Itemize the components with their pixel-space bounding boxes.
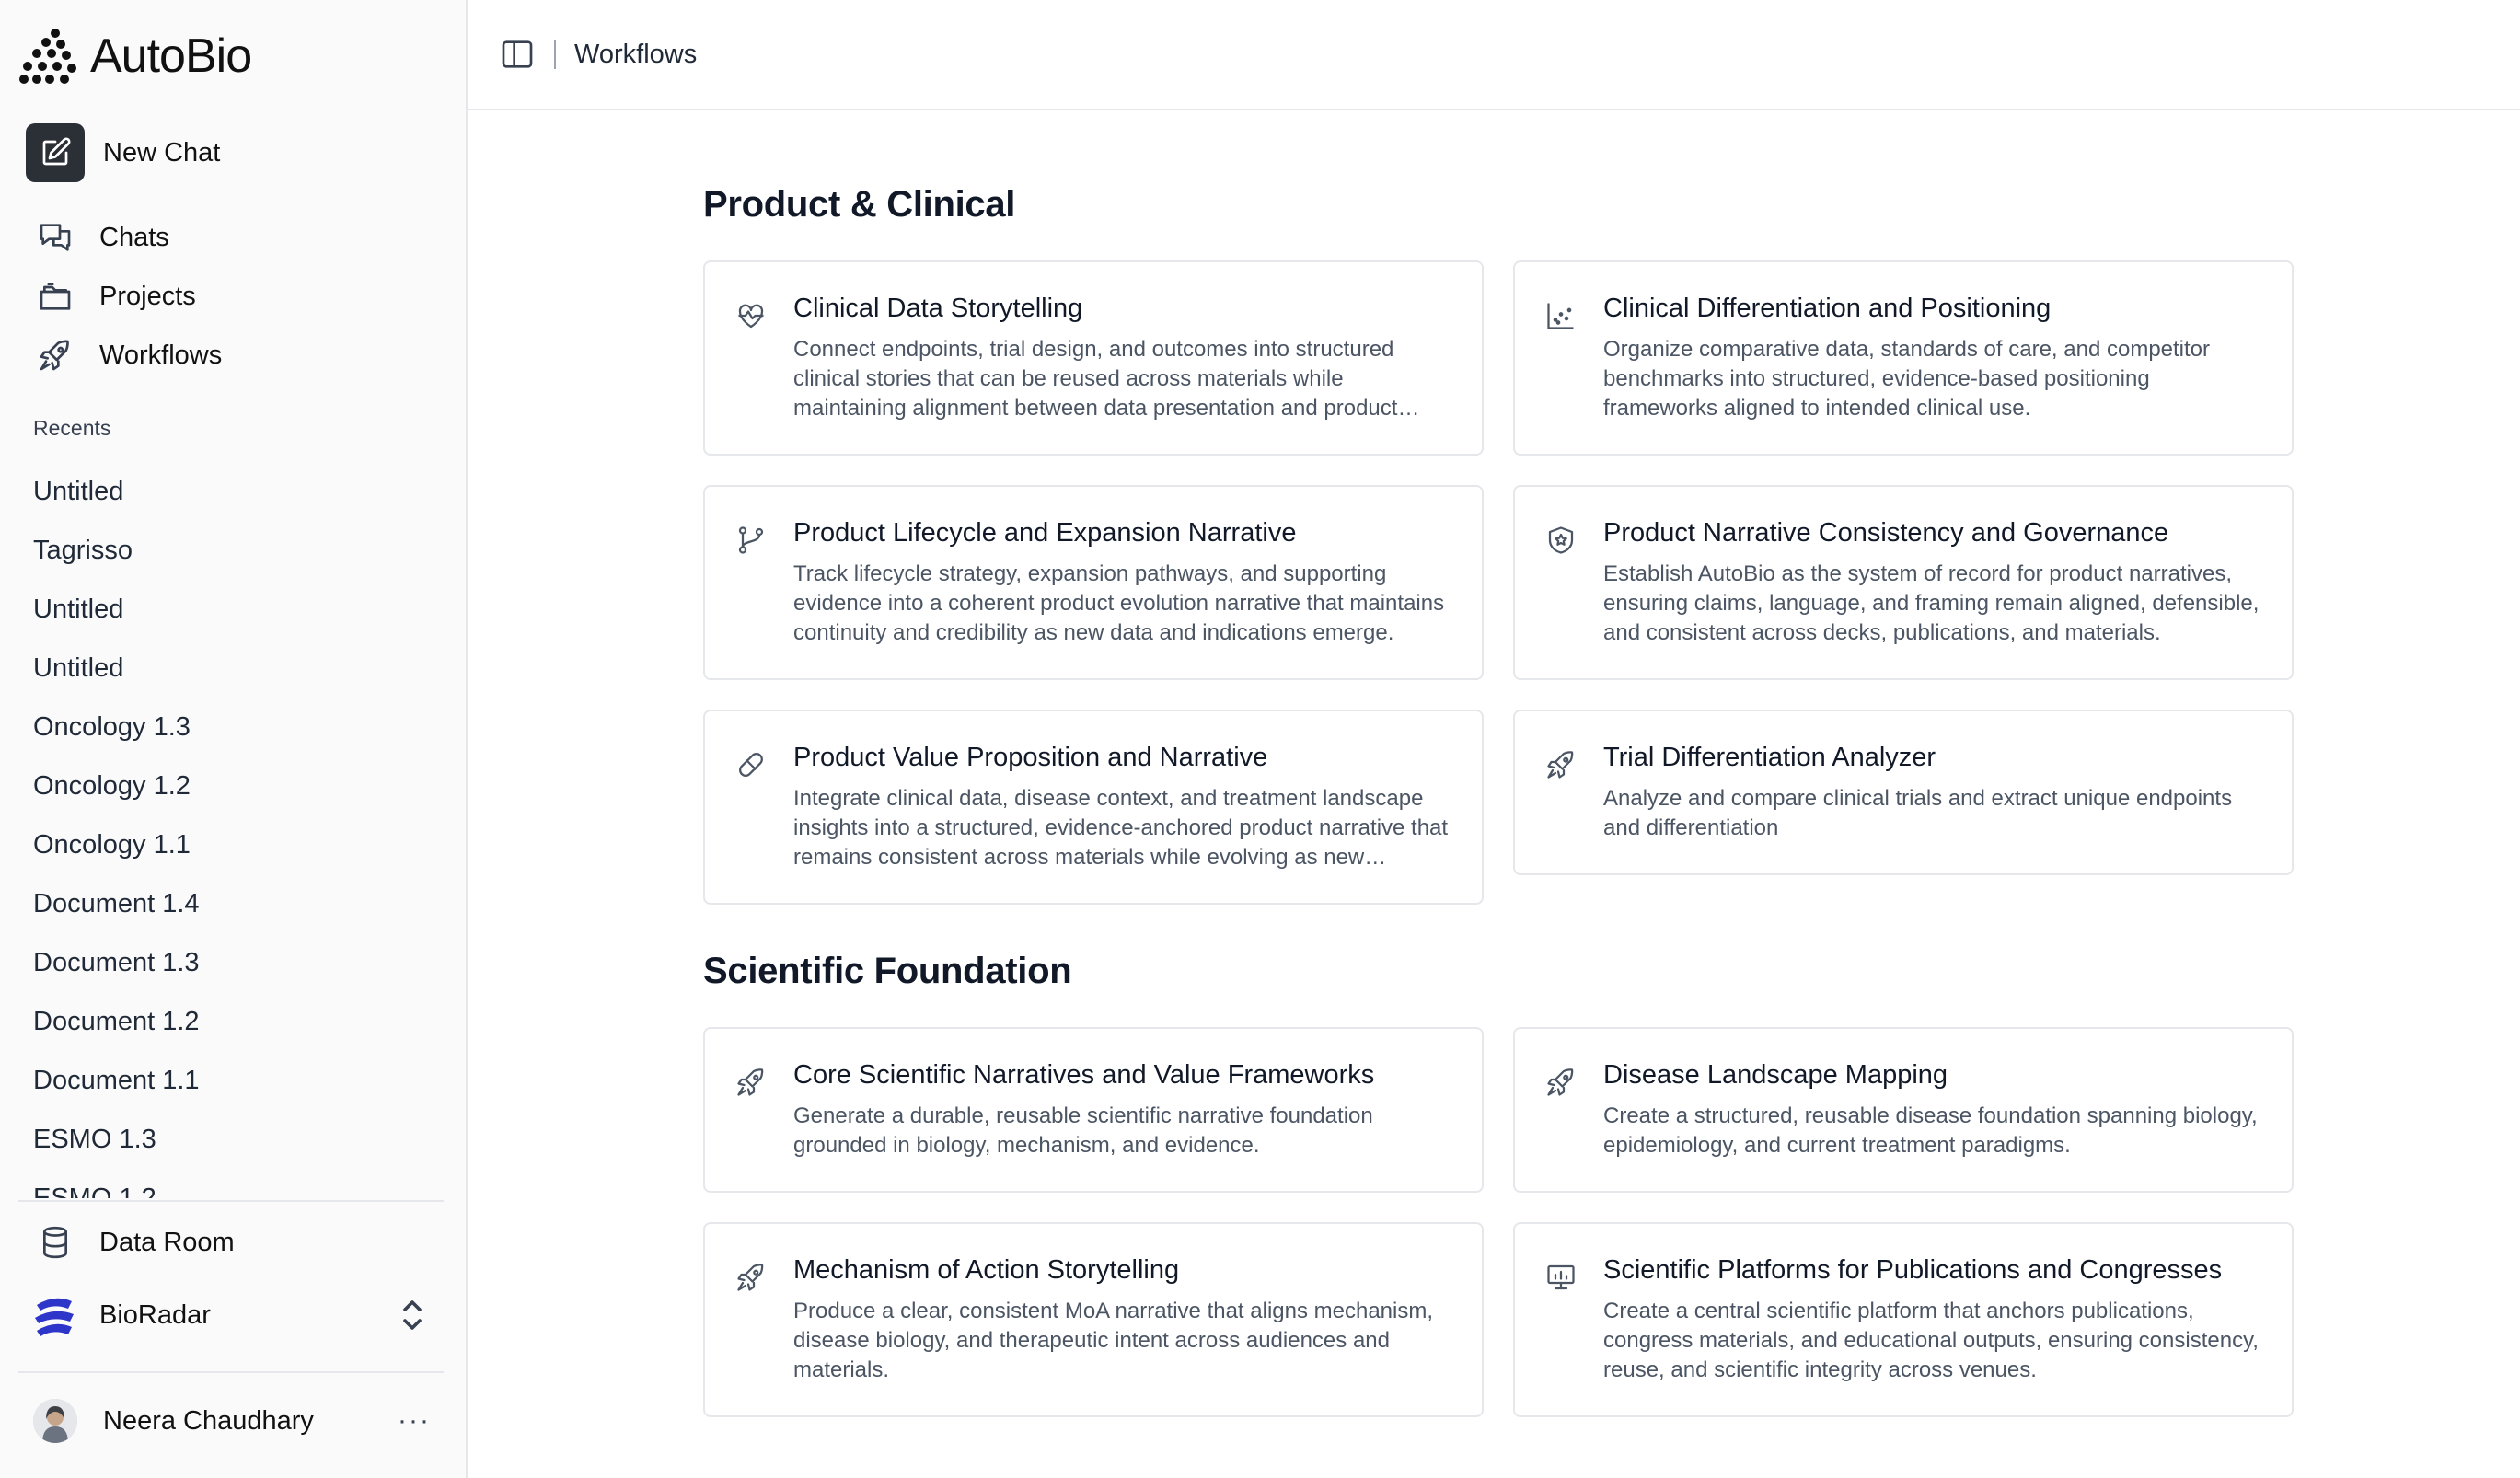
new-chat-button[interactable]: New Chat xyxy=(26,123,220,182)
recent-item[interactable]: Untitled xyxy=(33,462,438,521)
org-name: BioRadar xyxy=(99,1299,211,1330)
recent-item[interactable]: Document 1.3 xyxy=(33,933,438,992)
sidebar-item-label: Workflows xyxy=(99,340,223,370)
sidebar-item-projects[interactable]: Projects xyxy=(37,267,442,326)
bioradar-logo-icon xyxy=(35,1298,74,1336)
workflow-card[interactable]: Scientific Platforms for Publications an… xyxy=(1513,1222,2294,1417)
chevron-up-down-icon xyxy=(403,1300,422,1330)
data-room-button[interactable]: Data Room xyxy=(37,1224,235,1261)
section-title-product-clinical: Product & Clinical xyxy=(703,184,1016,225)
new-chat-icon-box xyxy=(26,123,85,182)
top-bar: Workflows xyxy=(468,0,2520,110)
workflow-card-title: Trial Differentiation Analyzer xyxy=(1603,743,1936,772)
git-branch-icon xyxy=(738,526,764,554)
app-logo[interactable]: AutoBio xyxy=(18,26,252,87)
rocket-icon xyxy=(737,1068,764,1096)
workflow-card[interactable]: Trial Differentiation Analyzer Analyze a… xyxy=(1513,710,2294,875)
workflow-card-title: Clinical Differentiation and Positioning xyxy=(1603,294,2052,323)
workflow-card[interactable]: Product Lifecycle and Expansion Narrativ… xyxy=(703,485,1484,680)
breadcrumb-separator xyxy=(554,40,556,69)
recent-item[interactable]: Untitled xyxy=(33,580,438,639)
heart-pulse-icon xyxy=(738,304,764,329)
workflow-card-description: Establish AutoBio as the system of recor… xyxy=(1603,561,2260,645)
recent-item[interactable]: Tagrisso xyxy=(33,521,438,580)
workflow-card-title: Core Scientific Narratives and Value Fra… xyxy=(793,1060,1375,1090)
workflow-card[interactable]: Clinical Data Storytelling Connect endpo… xyxy=(703,260,1484,456)
avatar xyxy=(33,1399,77,1443)
workflow-card-title: Disease Landscape Mapping xyxy=(1603,1060,1948,1090)
workflow-card-title: Mechanism of Action Storytelling xyxy=(793,1255,1180,1285)
sidebar-divider xyxy=(18,1371,444,1373)
workflows-content: Product & Clinical Clinical Data Storyte… xyxy=(703,184,2295,1417)
rocket-icon xyxy=(1547,1068,1574,1096)
workflow-card-title: Product Lifecycle and Expansion Narrativ… xyxy=(793,518,1297,548)
workflow-card[interactable]: Disease Landscape Mapping Create a struc… xyxy=(1513,1027,2294,1193)
workflow-card[interactable]: Product Value Proposition and Narrative … xyxy=(703,710,1484,905)
sidebar-divider xyxy=(18,1200,444,1202)
rocket-icon xyxy=(40,340,69,371)
pill-icon xyxy=(739,753,763,777)
recent-item[interactable]: Oncology 1.1 xyxy=(33,815,438,874)
presentation-icon xyxy=(1547,1264,1575,1290)
edit-icon xyxy=(42,137,71,166)
sidebar: AutoBio New Chat Chats Projects Workflow… xyxy=(0,0,468,1478)
workflow-card-title: Scientific Platforms for Publications an… xyxy=(1603,1255,2223,1285)
workflow-card-description: Analyze and compare clinical trials and … xyxy=(1603,786,2233,840)
workflow-grid: Core Scientific Narratives and Value Fra… xyxy=(703,1027,2295,1417)
rocket-icon xyxy=(737,1264,764,1291)
folder-icon xyxy=(40,283,71,310)
workflow-card[interactable]: Clinical Differentiation and Positioning… xyxy=(1513,260,2294,456)
user-avatar-icon xyxy=(33,1399,77,1443)
recent-item[interactable]: Oncology 1.3 xyxy=(33,698,438,756)
workflow-grid: Clinical Data Storytelling Connect endpo… xyxy=(703,260,2295,905)
sidebar-item-chats[interactable]: Chats xyxy=(37,208,442,267)
workflow-card-description: Create a structured, reusable disease fo… xyxy=(1603,1103,2258,1158)
chat-icon xyxy=(40,224,71,251)
sidebar-toggle-icon[interactable] xyxy=(499,36,536,73)
workflow-card-description: Connect endpoints, trial design, and out… xyxy=(793,337,1398,421)
sidebar-item-label: Projects xyxy=(99,281,196,311)
sidebar-item-workflows[interactable]: Workflows xyxy=(37,326,442,385)
app-root: AutoBio New Chat Chats Projects Workflow… xyxy=(0,0,2520,1478)
recents-list[interactable]: Untitled Tagrisso Untitled Untitled Onco… xyxy=(33,462,438,1199)
workflow-card[interactable]: Core Scientific Narratives and Value Fra… xyxy=(703,1027,1484,1193)
main-content: Workflows Product & Clinical Clinical Da… xyxy=(468,0,2520,1478)
workflow-card-description: Produce a clear, consistent MoA narrativ… xyxy=(793,1299,1434,1382)
sidebar-item-label: Chats xyxy=(99,222,169,252)
user-profile[interactable]: Neera Chaudhary ··· xyxy=(33,1399,431,1443)
recents-heading: Recents xyxy=(33,416,111,440)
workflow-card-description: Organize comparative data, standards of … xyxy=(1603,337,2211,421)
more-options-icon[interactable]: ··· xyxy=(398,1405,431,1437)
new-chat-label: New Chat xyxy=(103,137,221,167)
sidebar-nav: Chats Projects Workflows xyxy=(37,208,442,385)
scatter-chart-icon xyxy=(1547,303,1574,329)
workflow-card-description: Track lifecycle strategy, expansion path… xyxy=(793,561,1445,645)
section-title-scientific-foundation: Scientific Foundation xyxy=(703,951,1072,991)
recent-item[interactable]: Document 1.1 xyxy=(33,1051,438,1110)
workflow-card-description: Create a central scientific platform tha… xyxy=(1603,1299,2259,1382)
workflow-card-title: Product Value Proposition and Narrative xyxy=(793,743,1268,772)
database-icon xyxy=(43,1226,67,1259)
recent-item[interactable]: Untitled xyxy=(33,639,438,698)
workflow-card-title: Clinical Data Storytelling xyxy=(793,294,1083,323)
org-switcher[interactable]: BioRadar xyxy=(31,1292,427,1338)
autobio-logo-icon xyxy=(19,29,76,84)
data-room-label: Data Room xyxy=(99,1227,235,1257)
user-name: Neera Chaudhary xyxy=(103,1405,314,1436)
recent-item[interactable]: ESMO 1.3 xyxy=(33,1110,438,1169)
shield-star-icon xyxy=(1548,526,1574,554)
recent-item[interactable]: Oncology 1.2 xyxy=(33,756,438,815)
workflow-card-description: Generate a durable, reusable scientific … xyxy=(793,1103,1373,1158)
workflow-card-title: Product Narrative Consistency and Govern… xyxy=(1603,518,2169,548)
workflow-card-description: Integrate clinical data, disease context… xyxy=(793,786,1449,870)
rocket-icon xyxy=(1547,751,1574,779)
app-name: AutoBio xyxy=(90,29,252,83)
breadcrumb: Workflows xyxy=(574,39,698,69)
workflow-card[interactable]: Mechanism of Action Storytelling Produce… xyxy=(703,1222,1484,1417)
recent-item[interactable]: Document 1.4 xyxy=(33,874,438,933)
recent-item[interactable]: ESMO 1.2 xyxy=(33,1169,438,1199)
workflow-card[interactable]: Product Narrative Consistency and Govern… xyxy=(1513,485,2294,680)
recent-item[interactable]: Document 1.2 xyxy=(33,992,438,1051)
